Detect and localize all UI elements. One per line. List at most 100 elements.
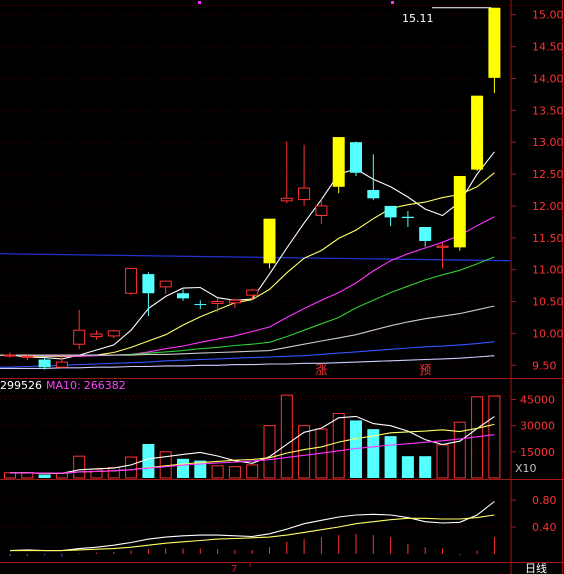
- price-tick-label: 11.50: [532, 232, 564, 245]
- candlestick: [73, 309, 86, 350]
- price-tick-label: 14.50: [532, 41, 564, 54]
- candle-body: [21, 355, 34, 358]
- volume-bar: [38, 474, 51, 478]
- price-tick-label: 13.00: [532, 136, 564, 149]
- candle-body: [55, 361, 68, 368]
- candle-body: [350, 142, 362, 173]
- candle-body: [211, 301, 224, 304]
- volume-bar: [125, 456, 138, 479]
- indicator-panel[interactable]: [9, 501, 495, 557]
- candlestick: [384, 205, 397, 227]
- price-tick-label: 13.50: [532, 104, 564, 117]
- volume-bar: [90, 468, 103, 479]
- candlestick: [125, 267, 138, 296]
- candlestick: [107, 329, 120, 339]
- candlestick: [419, 226, 432, 247]
- volume-bar: [419, 456, 432, 478]
- candle-body: [332, 137, 345, 187]
- candle-body: [263, 218, 276, 264]
- candlestick: [471, 95, 484, 171]
- candle-body: [125, 267, 138, 294]
- volume-panel[interactable]: [4, 394, 501, 479]
- candlestick: [159, 280, 172, 294]
- volume-ma10-value: 266382: [84, 379, 126, 392]
- candlestick: [280, 141, 293, 204]
- timeframe-label[interactable]: 日线: [525, 561, 547, 574]
- candle-body: [453, 175, 466, 248]
- volume-bar: [401, 456, 414, 478]
- volume-bar: [21, 472, 34, 479]
- candle-body: [194, 304, 207, 306]
- price-panel[interactable]: 涨预: [0, 7, 512, 377]
- volume-bar: [211, 465, 224, 479]
- candlestick: [263, 218, 276, 269]
- candle-body: [419, 226, 432, 241]
- candlestick: [436, 242, 449, 269]
- volume-bar: [332, 412, 345, 479]
- volume-bar: [228, 466, 241, 479]
- volume-bar: [488, 395, 501, 479]
- candle-body: [228, 299, 241, 304]
- event-marker: 预: [419, 363, 431, 377]
- candle-body: [401, 216, 414, 219]
- candle-body: [4, 354, 16, 357]
- candle-body: [471, 95, 484, 170]
- volume-tick-label: 15000: [520, 446, 555, 459]
- volume-bar: [280, 394, 293, 479]
- candle-body: [315, 205, 328, 216]
- candle-body: [73, 329, 86, 345]
- candlestick: [315, 199, 328, 224]
- volume-bar: [107, 467, 120, 479]
- candlestick: [350, 141, 362, 176]
- chart-frame: [0, 0, 564, 574]
- candlestick: [298, 144, 311, 206]
- volume-bar: [142, 443, 155, 478]
- price-tick-label: 9.50: [532, 359, 557, 372]
- candle-body: [159, 280, 172, 288]
- volume-bar: [177, 458, 189, 478]
- price-tick-label: 12.00: [532, 200, 564, 213]
- volume-bar: [4, 472, 16, 479]
- moving-average-line: [0, 172, 495, 357]
- high-price-label: 15.11: [402, 12, 434, 25]
- candle-body: [298, 187, 311, 201]
- price-tick-label: 10.50: [532, 296, 564, 309]
- x-tick-label: 7: [231, 564, 237, 574]
- top-marker: [198, 1, 201, 4]
- grid-lines: [0, 14, 511, 528]
- candlestick: [332, 137, 345, 194]
- volume-bar: [73, 455, 86, 479]
- volume-bar: [384, 436, 397, 478]
- price-tick-label: 11.00: [532, 264, 564, 277]
- volume-unit-label: X10: [515, 462, 537, 475]
- volume-bar: [246, 464, 259, 479]
- candle-body: [367, 190, 380, 199]
- volume-tick-label: 45000: [520, 393, 555, 406]
- candlestick: [401, 211, 414, 227]
- candlestick: [228, 298, 241, 308]
- volume-tick-label: 30000: [520, 420, 555, 433]
- long-term-ma-line: [0, 253, 512, 262]
- candle-body: [38, 359, 51, 368]
- candle-body: [280, 197, 293, 202]
- candlestick: [488, 7, 501, 94]
- candle-body: [142, 274, 155, 294]
- indicator-line: [9, 501, 495, 552]
- event-marker: 涨: [315, 362, 327, 377]
- candlestick: [90, 330, 103, 340]
- candlestick: [194, 300, 207, 310]
- top-marker: [391, 1, 394, 4]
- indicator-tick-label: 0.40: [532, 521, 557, 534]
- candlestick: [4, 352, 16, 358]
- candle-body: [107, 330, 120, 337]
- kline-chart: 涨预 15.0014.5014.0013.5013.0012.5012.0011…: [0, 0, 564, 574]
- candle-body: [488, 7, 501, 78]
- candlestick: [246, 288, 259, 300]
- candlestick: [211, 298, 224, 313]
- candle-body: [436, 245, 449, 248]
- price-tick-label: 15.00: [532, 9, 564, 22]
- candlestick: [177, 289, 189, 301]
- candle-body: [246, 289, 259, 296]
- candle-body: [177, 293, 189, 299]
- volume-label-prefix: 299526: [0, 379, 42, 392]
